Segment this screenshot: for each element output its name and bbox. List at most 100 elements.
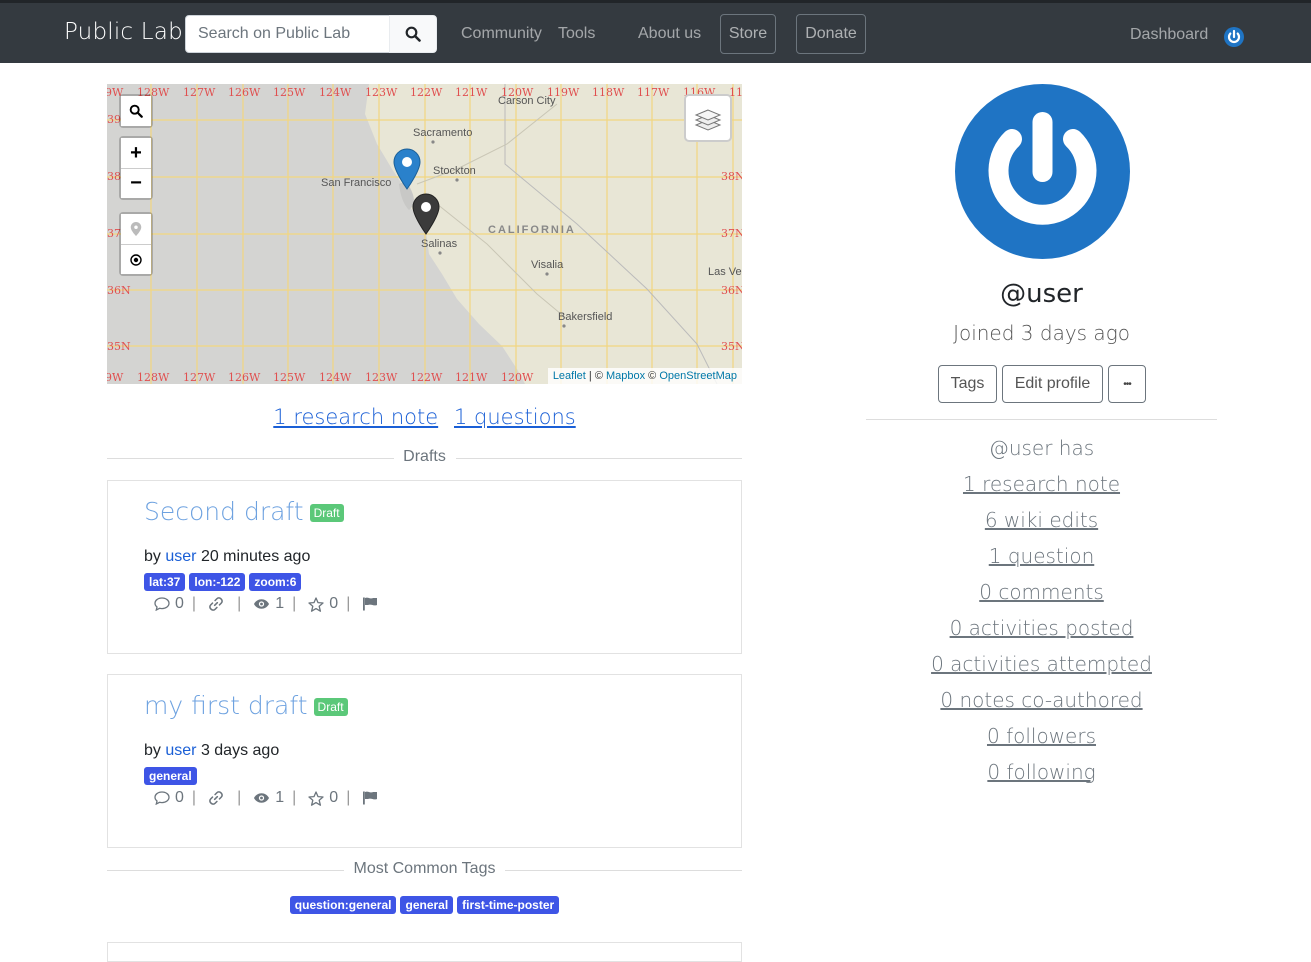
star-icon xyxy=(308,790,324,806)
link-icon xyxy=(209,791,223,805)
following-stat-link[interactable]: 0 following xyxy=(987,760,1095,784)
map-marker-button[interactable] xyxy=(121,214,151,244)
tag-badge[interactable]: question:general xyxy=(289,896,397,914)
top-navbar: Public Lab Community Tools About us Stor… xyxy=(0,0,1311,63)
research-notes-link[interactable]: 1 research note xyxy=(273,405,438,429)
link-stat[interactable]: | xyxy=(208,789,241,807)
profile-joined: Joined 3 days ago xyxy=(953,321,1130,345)
tag-badge[interactable]: first-time-poster xyxy=(457,896,560,914)
tag-badge[interactable]: general xyxy=(400,896,454,914)
comments-stat-link[interactable]: 0 comments xyxy=(979,580,1104,604)
tag-badge[interactable]: zoom:6 xyxy=(249,573,302,591)
blue-map-marker-icon[interactable] xyxy=(393,148,421,190)
nav-dashboard[interactable]: Dashboard xyxy=(1130,26,1208,44)
questions-link[interactable]: 1 questions xyxy=(454,405,576,429)
svg-text:36N: 36N xyxy=(721,284,742,297)
draft-card: my first draft Draft by user 3 days ago g… xyxy=(107,674,742,848)
svg-text:125W: 125W xyxy=(273,86,306,99)
tags-button[interactable]: Tags xyxy=(938,365,997,403)
svg-text:125W: 125W xyxy=(273,371,306,384)
svg-text:Stockton: Stockton xyxy=(433,165,476,177)
zoom-out-button[interactable]: − xyxy=(121,168,151,198)
locate-control xyxy=(119,212,153,276)
draft-title-link[interactable]: my first draft Draft xyxy=(144,691,348,720)
zoom-control: + − xyxy=(119,136,153,200)
star-icon xyxy=(308,596,324,612)
activities-posted-stat-link[interactable]: 0 activities posted xyxy=(950,616,1134,640)
locate-me-button[interactable] xyxy=(121,244,151,274)
svg-text:San Francisco: San Francisco xyxy=(321,177,391,189)
store-button[interactable]: Store xyxy=(720,14,776,54)
draft-title-link[interactable]: Second draft Draft xyxy=(144,497,344,526)
svg-text:35N: 35N xyxy=(107,340,131,353)
likes-stat[interactable]: 0 | xyxy=(308,595,350,613)
black-map-marker-icon[interactable] xyxy=(412,193,440,235)
tag-badge[interactable]: general xyxy=(144,767,197,785)
svg-text:37N: 37N xyxy=(721,227,742,240)
layers-button[interactable] xyxy=(684,94,732,142)
zoom-in-button[interactable]: + xyxy=(121,138,151,168)
svg-text:124W: 124W xyxy=(319,86,352,99)
draft-byline: by user 3 days ago xyxy=(144,742,280,759)
nav-about[interactable]: About us xyxy=(638,25,701,43)
likes-stat[interactable]: 0 | xyxy=(308,789,350,807)
svg-text:Salinas: Salinas xyxy=(421,238,458,250)
edit-profile-button[interactable]: Edit profile xyxy=(1002,365,1103,403)
svg-text:122W: 122W xyxy=(410,371,443,384)
svg-text:121W: 121W xyxy=(455,371,488,384)
common-tags-heading: Most Common Tags xyxy=(353,860,496,877)
activities-attempted-stat-link[interactable]: 0 activities attempted xyxy=(931,652,1152,676)
profile-divider xyxy=(866,419,1217,420)
coauthored-stat-link[interactable]: 0 notes co-authored xyxy=(940,688,1142,712)
flag-icon xyxy=(363,791,378,805)
brand-logo[interactable]: Public Lab xyxy=(64,19,183,45)
wiki-edits-stat-link[interactable]: 6 wiki edits xyxy=(985,508,1098,532)
search-icon xyxy=(405,26,421,42)
svg-text:38N: 38N xyxy=(721,170,742,183)
tag-badge[interactable]: lon:-122 xyxy=(189,573,246,591)
search-button[interactable] xyxy=(389,15,437,53)
location-map[interactable]: 9W 128W 127W 126W 125W 124W 123W 122W 121W 120… xyxy=(107,84,742,384)
views-stat: 1 | xyxy=(253,789,296,807)
drafts-heading: Drafts xyxy=(403,448,446,465)
user-avatar-icon[interactable] xyxy=(1224,27,1244,47)
research-notes-stat-link[interactable]: 1 research note xyxy=(963,472,1120,496)
more-options-button[interactable]: ••• xyxy=(1108,365,1146,403)
map-search-button[interactable] xyxy=(121,96,151,126)
osm-link[interactable]: OpenStreetMap xyxy=(659,370,737,382)
svg-text:Sacramento: Sacramento xyxy=(413,127,472,139)
next-card xyxy=(107,942,742,962)
svg-text:35N: 35N xyxy=(721,340,742,353)
nav-community[interactable]: Community xyxy=(461,25,542,43)
svg-text:118W: 118W xyxy=(592,86,625,99)
author-link[interactable]: user xyxy=(165,742,196,759)
svg-text:CALIFORNIA: CALIFORNIA xyxy=(488,224,576,236)
draft-badge: Draft xyxy=(313,698,348,716)
svg-text:126W: 126W xyxy=(228,86,261,99)
eye-icon xyxy=(254,793,270,803)
comments-stat[interactable]: 0 | xyxy=(154,595,196,613)
svg-text:121W: 121W xyxy=(455,86,488,99)
svg-text:127W: 127W xyxy=(183,371,216,384)
tag-badge[interactable]: lat:37 xyxy=(144,573,186,591)
svg-text:123W: 123W xyxy=(365,371,398,384)
profile-stats: @user has 1 research note 6 wiki edits 1… xyxy=(866,434,1217,794)
donate-button[interactable]: Donate xyxy=(796,14,866,54)
comments-stat[interactable]: 0 | xyxy=(154,789,196,807)
map-attribution: Leaflet | © Mapbox © OpenStreetMap xyxy=(547,368,742,384)
nav-tools[interactable]: Tools xyxy=(558,25,595,43)
layers-icon xyxy=(694,109,722,131)
mapbox-link[interactable]: Mapbox xyxy=(606,370,645,382)
flag-stat[interactable] xyxy=(362,791,383,805)
followers-stat-link[interactable]: 0 followers xyxy=(987,724,1096,748)
search-icon xyxy=(129,104,143,118)
link-stat[interactable]: | xyxy=(208,595,241,613)
flag-stat[interactable] xyxy=(362,597,383,611)
draft-tags: lat:37 lon:-122 zoom:6 xyxy=(144,573,302,591)
questions-stat-link[interactable]: 1 question xyxy=(989,544,1095,568)
flag-icon xyxy=(363,597,378,611)
author-link[interactable]: user xyxy=(165,548,196,565)
search-input[interactable] xyxy=(185,15,390,53)
leaflet-link[interactable]: Leaflet xyxy=(553,370,586,382)
comment-icon xyxy=(154,597,170,611)
